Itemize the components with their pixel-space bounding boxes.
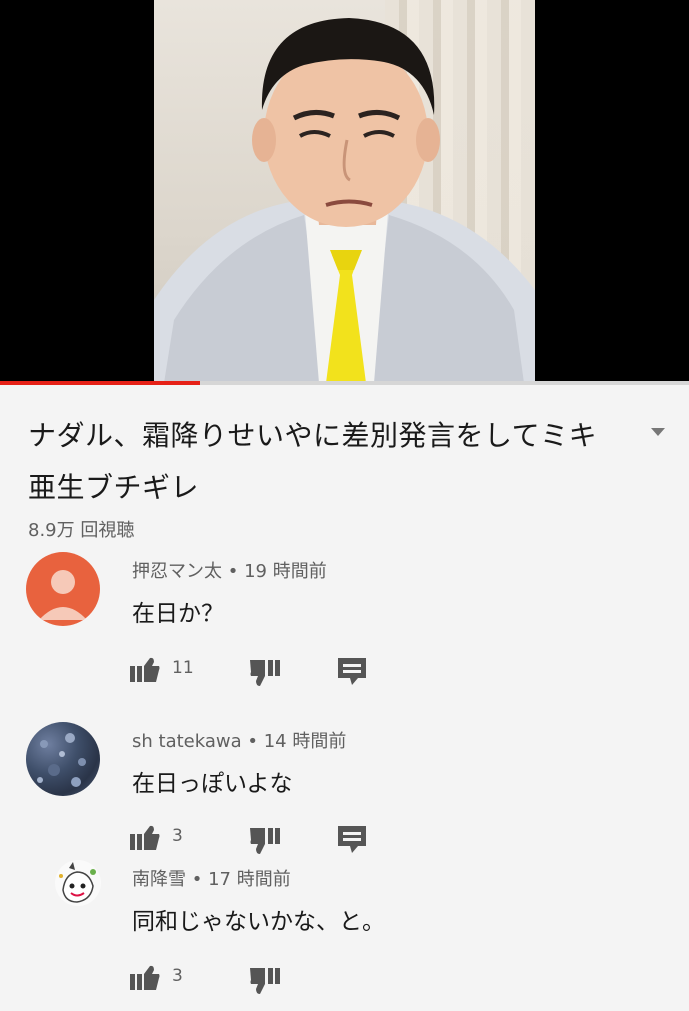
comment-text: 在日か？ bbox=[132, 601, 224, 627]
like-count: 3 bbox=[172, 826, 183, 846]
comment-time: 14 時間前 bbox=[263, 731, 347, 752]
progress-track[interactable] bbox=[0, 381, 689, 385]
thumbs-up-icon bbox=[130, 825, 160, 850]
progress-fill bbox=[0, 381, 200, 385]
thumbs-down-icon bbox=[250, 828, 280, 854]
reply-icon bbox=[338, 658, 366, 685]
thumbs-up-icon bbox=[130, 657, 160, 682]
like-button[interactable] bbox=[130, 964, 160, 994]
comment-text: 在日っぽいよな bbox=[132, 771, 293, 797]
comment-text: 同和じゃないかな、と。 bbox=[132, 909, 385, 935]
comment-time: 17 時間前 bbox=[208, 869, 291, 890]
comment-author[interactable]: 南降雪 bbox=[132, 869, 186, 890]
reply-icon bbox=[338, 826, 366, 853]
expand-description-icon[interactable] bbox=[651, 428, 665, 436]
comment-meta: 押忍マン太 • 19 時間前 bbox=[132, 557, 327, 583]
video-title: ナダル、霜降りせいやに差別発言をしてミキ亜生ブチギレ bbox=[28, 419, 598, 504]
video-player[interactable] bbox=[0, 0, 689, 385]
comment-meta: sh tatekawa • 14 時間前 bbox=[132, 727, 346, 753]
meta-separator: • bbox=[191, 869, 203, 890]
like-count: 11 bbox=[172, 658, 194, 678]
view-count: 8.9万 回視聴 bbox=[28, 520, 135, 541]
like-button[interactable] bbox=[130, 824, 160, 854]
dislike-button[interactable] bbox=[250, 660, 280, 690]
presenter-illustration bbox=[154, 18, 535, 383]
like-count: 3 bbox=[172, 966, 183, 986]
comment-author[interactable]: sh tatekawa bbox=[132, 731, 242, 752]
thumbs-up-icon bbox=[130, 965, 160, 990]
meta-separator: • bbox=[227, 561, 239, 582]
reply-button[interactable] bbox=[338, 826, 366, 858]
comment-time: 19 時間前 bbox=[244, 561, 327, 582]
thumbs-down-icon bbox=[250, 660, 280, 686]
dislike-button[interactable] bbox=[250, 968, 280, 998]
like-button[interactable] bbox=[130, 656, 160, 686]
cartoon-avatar[interactable] bbox=[55, 860, 101, 906]
reply-button[interactable] bbox=[338, 658, 366, 690]
meta-separator: • bbox=[247, 731, 258, 752]
textured-photo-avatar[interactable] bbox=[26, 722, 100, 796]
video-frame bbox=[154, 0, 535, 383]
comment-meta: 南降雪 • 17 時間前 bbox=[132, 865, 291, 891]
dislike-button[interactable] bbox=[250, 828, 280, 858]
thumbs-down-icon bbox=[250, 968, 280, 994]
default-person-avatar[interactable] bbox=[26, 552, 100, 626]
comment-author[interactable]: 押忍マン太 bbox=[132, 561, 222, 582]
